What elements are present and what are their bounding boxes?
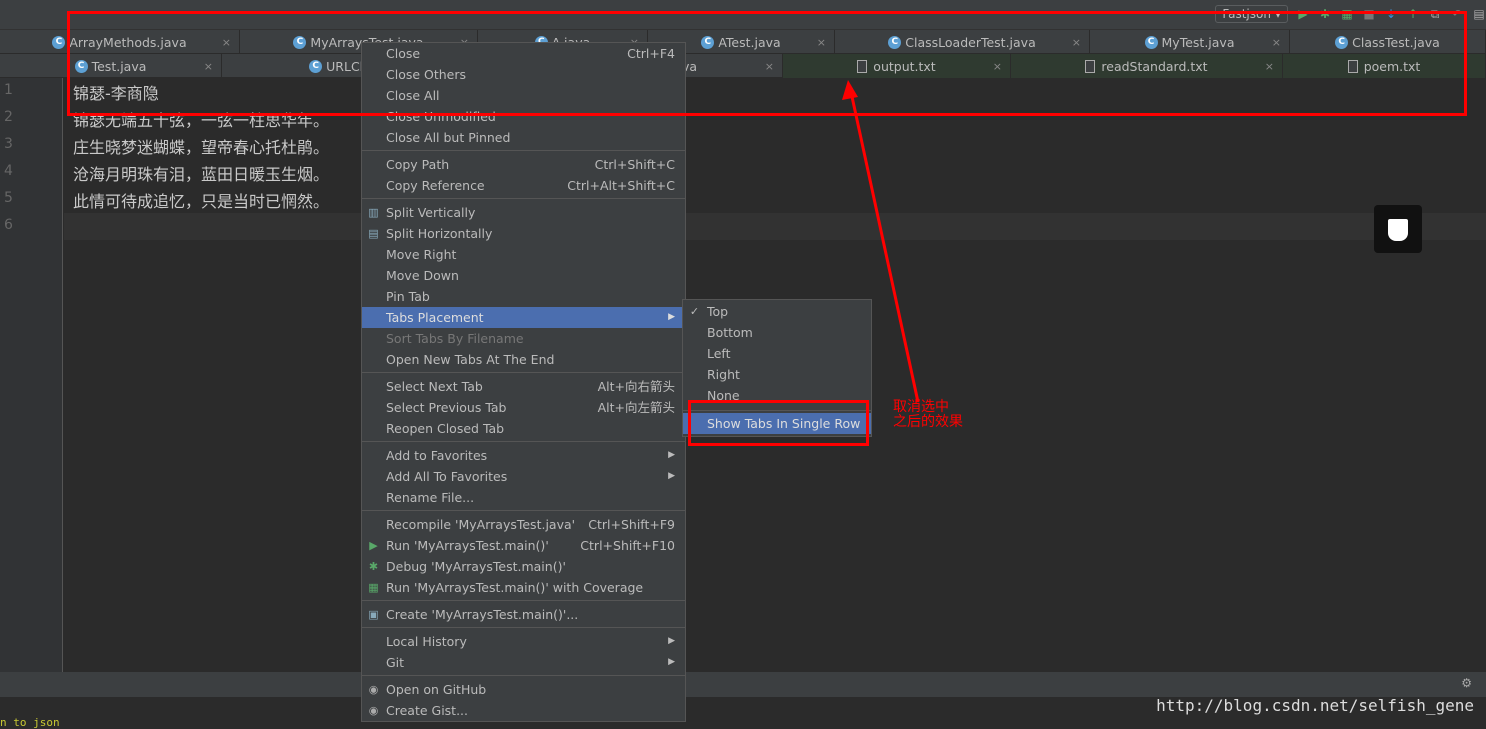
watermark: http://blog.csdn.net/selfish_gene: [1156, 696, 1474, 715]
annotation-line: 取消选中: [893, 399, 949, 415]
annotation-text: 取消选中 之后的效果: [893, 400, 963, 430]
annotation-arrow: [842, 80, 920, 403]
annotation-line: 之后的效果: [893, 414, 963, 430]
